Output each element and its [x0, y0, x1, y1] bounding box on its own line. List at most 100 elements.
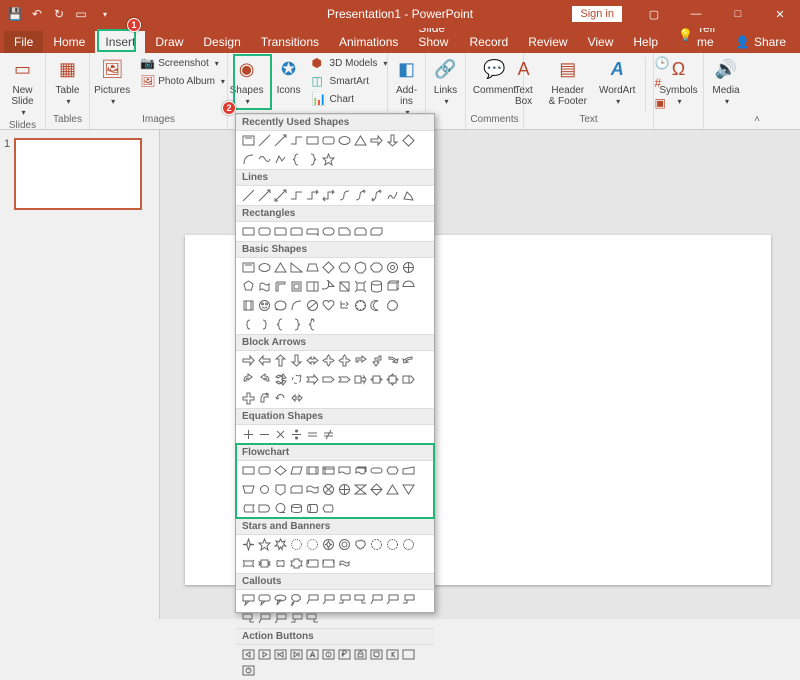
slide-thumbnail-1[interactable]: [14, 138, 142, 210]
chart-button[interactable]: 📊Chart: [310, 91, 390, 107]
shape-r5[interactable]: [306, 225, 319, 238]
shape-fc-preparation[interactable]: [386, 464, 399, 477]
shape-st7[interactable]: [338, 538, 351, 551]
shape-ab3[interactable]: [274, 648, 287, 661]
shape-b32[interactable]: [386, 299, 399, 312]
shape-ab10[interactable]: [386, 648, 399, 661]
shape-b2[interactable]: [258, 261, 271, 274]
maximize-icon[interactable]: □: [718, 0, 758, 28]
shape-b14[interactable]: [274, 280, 287, 293]
shape-b6[interactable]: [322, 261, 335, 274]
shape-b11[interactable]: [402, 261, 415, 274]
sign-in-button[interactable]: Sign in: [572, 6, 622, 22]
shape-b37[interactable]: [306, 318, 319, 331]
media-button[interactable]: 🔊Media▾: [708, 55, 743, 109]
shape-eq-plus[interactable]: [242, 428, 255, 441]
shape-b10[interactable]: [386, 261, 399, 274]
shape-right-arrow[interactable]: [370, 134, 383, 147]
shape-ar10[interactable]: [386, 354, 399, 367]
shape-co6[interactable]: [322, 593, 335, 606]
shape-ar9[interactable]: [370, 354, 383, 367]
shape-ar26[interactable]: [290, 392, 303, 405]
shape-ar18[interactable]: [338, 373, 351, 386]
shape-ar7[interactable]: [338, 354, 351, 367]
shape-line-arrow[interactable]: [274, 134, 287, 147]
shape-ar2[interactable]: [258, 354, 271, 367]
shape-ab4[interactable]: [290, 648, 303, 661]
shape-fc-merge[interactable]: [402, 483, 415, 496]
shape-fc-sort[interactable]: [370, 483, 383, 496]
shape-b15[interactable]: [290, 280, 303, 293]
shape-ar6[interactable]: [322, 354, 335, 367]
shape-eq-minus[interactable]: [258, 428, 271, 441]
shape-b7[interactable]: [338, 261, 351, 274]
shape-freeform[interactable]: [274, 153, 287, 166]
shape-b16[interactable]: [306, 280, 319, 293]
shape-co10[interactable]: [386, 593, 399, 606]
shape-fc-extract[interactable]: [386, 483, 399, 496]
wordart-button[interactable]: AWordArt▾: [595, 55, 640, 109]
shape-ar20[interactable]: [370, 373, 383, 386]
header-footer-button[interactable]: ▤Header & Footer: [545, 55, 591, 109]
shape-diamond-arrow[interactable]: [402, 134, 415, 147]
pictures-button[interactable]: 🖼Pictures▾: [90, 55, 134, 109]
shape-b36[interactable]: [290, 318, 303, 331]
menu-review[interactable]: Review: [518, 31, 577, 53]
menu-file[interactable]: File: [4, 31, 43, 53]
shape-ar19[interactable]: [354, 373, 367, 386]
shape-fc-multidoc[interactable]: [354, 464, 367, 477]
shape-b8[interactable]: [354, 261, 367, 274]
shape-scribble[interactable]: [386, 189, 399, 202]
shape-fc-decision[interactable]: [274, 464, 287, 477]
shape-eq-div[interactable]: [290, 428, 303, 441]
shape-b17[interactable]: [322, 280, 335, 293]
shape-star[interactable]: [322, 153, 335, 166]
shape-rb6[interactable]: [322, 557, 335, 570]
shape-co9[interactable]: [370, 593, 383, 606]
smartart-button[interactable]: ◫SmartArt: [310, 73, 390, 89]
shape-st10[interactable]: [386, 538, 399, 551]
shape-fc-process[interactable]: [242, 464, 255, 477]
shape-ar8[interactable]: [354, 354, 367, 367]
menu-draw[interactable]: Draw: [145, 31, 193, 53]
shape-co4[interactable]: [290, 593, 303, 606]
shape-b18[interactable]: [338, 280, 351, 293]
shape-ar25[interactable]: [274, 392, 287, 405]
shape-ar21[interactable]: [386, 373, 399, 386]
shape-b24[interactable]: [258, 299, 271, 312]
symbols-button[interactable]: ΩSymbols▾: [655, 55, 701, 109]
shape-b33[interactable]: [242, 318, 255, 331]
shape-fc-connector[interactable]: [258, 483, 271, 496]
shape-curved-conn-a[interactable]: [354, 189, 367, 202]
shape-fc-display[interactable]: [322, 502, 335, 515]
menu-view[interactable]: View: [578, 31, 624, 53]
shape-co11[interactable]: [402, 593, 415, 606]
shape-r9[interactable]: [370, 225, 383, 238]
shape-r6[interactable]: [322, 225, 335, 238]
menu-help[interactable]: Help: [623, 31, 668, 53]
shape-fc-storeddata[interactable]: [242, 502, 255, 515]
shape-b23[interactable]: [242, 299, 255, 312]
photo-album-button[interactable]: 🖼Photo Album▾: [138, 73, 227, 89]
shape-ar23[interactable]: [242, 392, 255, 405]
shape-ar14[interactable]: [274, 373, 287, 386]
shape-ar1[interactable]: [242, 354, 255, 367]
shape-r3[interactable]: [274, 225, 287, 238]
shape-ab7[interactable]: [338, 648, 351, 661]
shape-st1[interactable]: [242, 538, 255, 551]
shape-r2[interactable]: [258, 225, 271, 238]
shape-fc-altprocess[interactable]: [258, 464, 271, 477]
shape-b21[interactable]: [386, 280, 399, 293]
shape-line[interactable]: [258, 134, 271, 147]
shape-ar15[interactable]: [290, 373, 303, 386]
menu-home[interactable]: Home: [43, 31, 95, 53]
shape-ar5[interactable]: [306, 354, 319, 367]
close-icon[interactable]: ✕: [760, 0, 800, 28]
shape-ab6[interactable]: i: [322, 648, 335, 661]
shape-b29[interactable]: [338, 299, 351, 312]
shape-b34[interactable]: [258, 318, 271, 331]
screenshot-button[interactable]: 📷Screenshot▾: [138, 55, 227, 71]
text-box-button[interactable]: AText Box: [507, 55, 541, 109]
shape-fc-offpage[interactable]: [274, 483, 287, 496]
shape-rb1[interactable]: [242, 557, 255, 570]
